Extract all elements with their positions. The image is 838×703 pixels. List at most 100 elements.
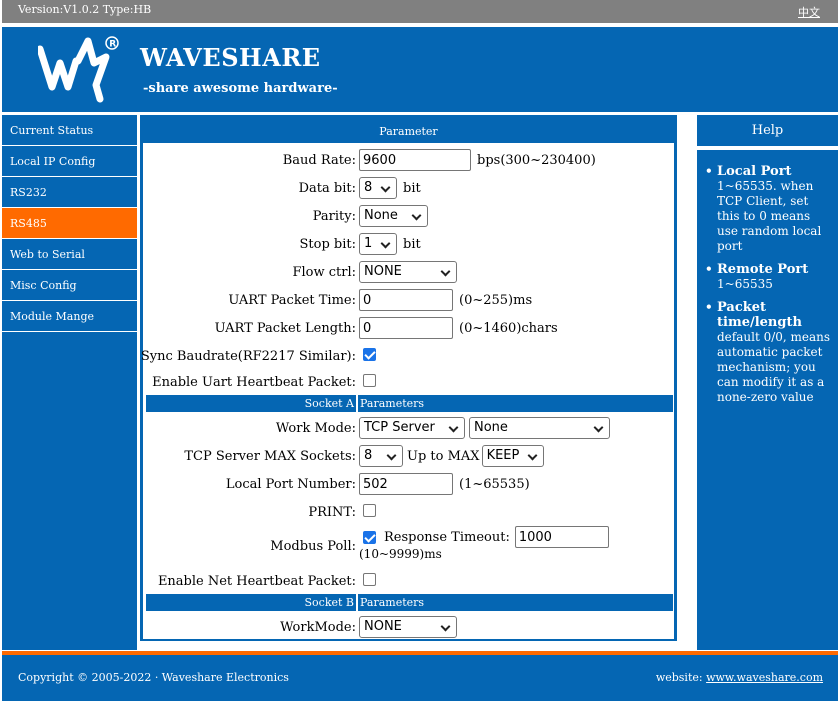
uart-packet-length-input[interactable] <box>359 317 453 339</box>
socket-a-header: Socket A Parameters <box>146 395 674 412</box>
response-timeout-range: (10~9999)ms <box>359 547 442 561</box>
max-sockets-value: 8 <box>364 448 373 463</box>
flow-ctrl-row: Flow ctrl: NONE <box>143 259 674 283</box>
parameter-form: Baud Rate: bps(300~230400) Data bit: 8 b… <box>140 143 674 639</box>
help-title: Help <box>697 115 838 146</box>
chevron-down-icon <box>440 621 451 632</box>
print-checkbox[interactable] <box>363 504 376 517</box>
sidebar-item-rs232[interactable]: RS232 <box>2 177 137 208</box>
sidebar-item-current-status[interactable]: Current Status <box>2 115 137 146</box>
sidebar-item-module-mange[interactable]: Module Mange <box>2 301 137 332</box>
help-item-local-port: Local Port 1~65535. when TCP Client, set… <box>705 164 832 254</box>
svg-text:R: R <box>109 39 116 49</box>
baud-rate-unit: bps(300~230400) <box>477 152 596 168</box>
stop-bit-unit: bit <box>403 236 421 252</box>
parity-value: None <box>364 208 398 223</box>
help-item-title: Packet time/length <box>717 300 802 330</box>
flow-ctrl-value: NONE <box>364 264 402 279</box>
modbus-poll-label: Modbus Poll: <box>270 539 356 554</box>
socket-b-label: Socket B <box>146 594 356 611</box>
chevron-down-icon <box>380 182 391 193</box>
help-item-text: default 0/0, means automatic packet mech… <box>717 330 831 404</box>
stop-bit-select[interactable]: 1 <box>359 233 397 255</box>
work-mode-value: TCP Server <box>364 420 435 435</box>
help-item-title: Local Port <box>717 164 792 179</box>
uart-heartbeat-checkbox[interactable] <box>363 374 376 387</box>
copyright-text: Copyright © 2005-2022 · Waveshare Electr… <box>18 671 289 684</box>
help-item-text: 1~65535 <box>717 277 773 291</box>
local-port-label: Local Port Number: <box>225 477 356 492</box>
net-heartbeat-checkbox[interactable] <box>363 573 376 586</box>
work-mode-secondary-value: None <box>474 420 508 435</box>
chevron-down-icon <box>380 238 391 249</box>
sidebar-item-rs485[interactable]: RS485 <box>2 208 137 239</box>
uart-packet-time-input[interactable] <box>359 289 453 311</box>
local-port-input[interactable] <box>359 473 453 495</box>
work-mode-secondary-select[interactable]: None <box>469 417 610 439</box>
brand-name: WAVESHARE <box>140 43 321 72</box>
work-mode-b-value: NONE <box>364 619 402 634</box>
data-bit-select[interactable]: 8 <box>359 177 397 199</box>
socket-b-header: Socket B Parameters <box>146 594 674 611</box>
max-sockets-select[interactable]: 8 <box>359 445 403 467</box>
parameter-title: Parameter <box>379 125 438 138</box>
uart-packet-length-unit: (0~1460)chars <box>459 320 558 336</box>
website-label: website: <box>655 671 703 684</box>
brand-slogan: -share awesome hardware- <box>143 81 338 96</box>
parity-label: Parity: <box>312 209 356 224</box>
uart-packet-time-row: UART Packet Time: (0~255)ms <box>143 287 674 311</box>
chevron-down-icon <box>386 450 397 461</box>
response-timeout-input[interactable] <box>514 526 609 548</box>
sidebar-item-web-to-serial[interactable]: Web to Serial <box>2 239 137 270</box>
baud-rate-label: Baud Rate: <box>282 153 356 168</box>
parity-select[interactable]: None <box>359 205 428 227</box>
help-item-remote-port: Remote Port 1~65535 <box>705 262 832 292</box>
help-item-text: 1~65535. when TCP Client, set this to 0 … <box>717 179 822 253</box>
max-sockets-mode-select[interactable]: KEEP <box>481 445 544 467</box>
website-link[interactable]: www.waveshare.com <box>706 671 823 684</box>
sync-baudrate-row: Sync Baudrate(RF2217 Similar): <box>140 343 674 367</box>
response-timeout-label: Response Timeout: <box>384 529 510 545</box>
data-bit-label: Data bit: <box>298 181 356 196</box>
uart-heartbeat-row: Enable Uart Heartbeat Packet: <box>143 369 674 393</box>
language-link[interactable]: 中文 <box>798 4 820 20</box>
baud-rate-row: Baud Rate: bps(300~230400) <box>143 147 674 171</box>
max-sockets-label: TCP Server MAX Sockets: <box>184 449 356 464</box>
help-item-title: Remote Port <box>717 262 809 277</box>
flow-ctrl-select[interactable]: NONE <box>359 261 457 283</box>
work-mode-b-select[interactable]: NONE <box>359 616 457 638</box>
modbus-poll-row: Modbus Poll: Response Timeout: (10~9999)… <box>143 525 674 565</box>
chevron-down-icon <box>411 210 422 221</box>
socket-b-params-label: Parameters <box>358 594 673 611</box>
chevron-down-icon <box>527 450 538 461</box>
chevron-down-icon <box>593 422 604 433</box>
work-mode-b-label: WorkMode: <box>280 620 356 635</box>
uart-packet-time-label: UART Packet Time: <box>228 293 356 308</box>
help-item-packet: Packet time/length default 0/0, means au… <box>705 300 832 405</box>
uart-packet-length-row: UART Packet Length: (0~1460)chars <box>143 315 674 339</box>
local-port-row: Local Port Number: (1~65535) <box>143 471 674 495</box>
modbus-poll-checkbox[interactable] <box>363 530 376 544</box>
stop-bit-row: Stop bit: 1 bit <box>143 231 674 255</box>
sidebar-item-misc-config[interactable]: Misc Config <box>2 270 137 301</box>
work-mode-select[interactable]: TCP Server <box>359 417 465 439</box>
footer: Copyright © 2005-2022 · Waveshare Electr… <box>2 655 838 701</box>
work-mode-label: Work Mode: <box>275 421 356 436</box>
baud-rate-input[interactable] <box>359 149 471 171</box>
socket-a-params-label: Parameters <box>358 395 673 412</box>
help-panel: Local Port 1~65535. when TCP Client, set… <box>697 150 838 650</box>
flow-ctrl-label: Flow ctrl: <box>292 265 356 280</box>
net-heartbeat-label: Enable Net Heartbeat Packet: <box>157 574 356 589</box>
sidebar-item-local-ip-config[interactable]: Local IP Config <box>2 146 137 177</box>
uart-packet-time-unit: (0~255)ms <box>459 292 533 308</box>
up-to-max-label: Up to MAX <box>407 448 480 464</box>
stop-bit-label: Stop bit: <box>299 237 357 252</box>
print-label: PRINT: <box>308 505 356 520</box>
sync-baudrate-label: Sync Baudrate(RF2217 Similar): <box>140 349 356 364</box>
work-mode-row: Work Mode: TCP Server None <box>143 415 674 439</box>
sync-baudrate-checkbox[interactable] <box>363 348 376 361</box>
parameter-panel: Parameter Baud Rate: bps(300~230400) Dat… <box>140 115 677 641</box>
print-row: PRINT: <box>143 499 674 523</box>
data-bit-value: 8 <box>364 180 373 195</box>
local-port-unit: (1~65535) <box>459 476 530 492</box>
